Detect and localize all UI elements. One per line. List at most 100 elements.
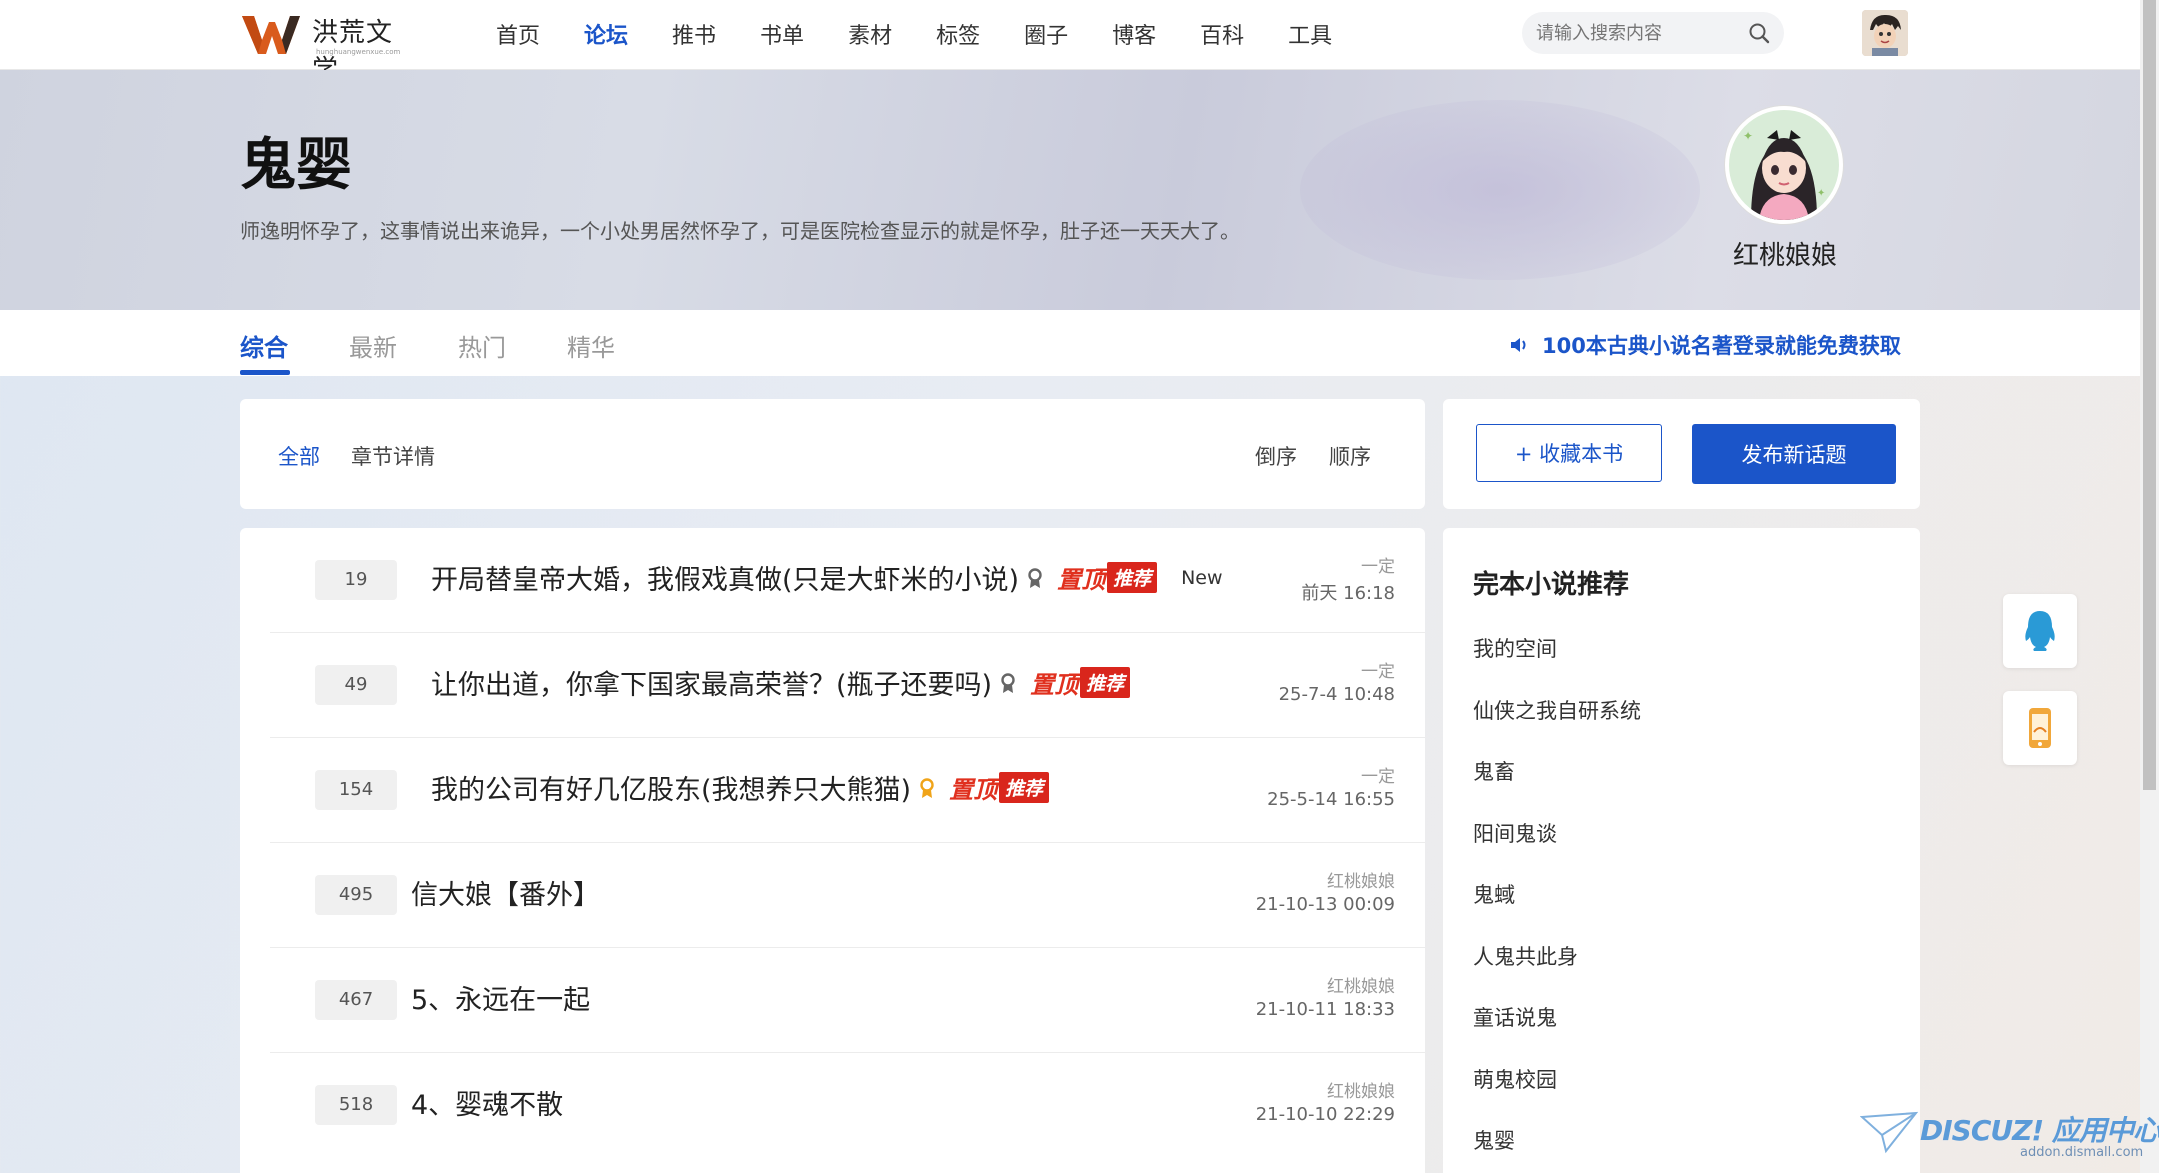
reply-count: 49	[315, 665, 397, 705]
thread-row[interactable]: 154 我的公司有好几亿股东(我想养只大熊猫) 置顶 推荐 一定 25-5-14…	[270, 738, 1425, 843]
thread-row[interactable]: 49 让你出道，你拿下国家最高荣誉？(瓶子还要吗) 置顶 推荐 一定 25-7-…	[270, 633, 1425, 738]
recommend-item[interactable]: 人鬼共此身	[1473, 941, 1641, 1003]
qq-contact-button[interactable]	[2003, 594, 2077, 668]
thread-list: 19 开局替皇帝大婚，我假戏真做(只是大虾米的小说) 置顶 推荐 New 一定 …	[240, 528, 1425, 1173]
thread-title[interactable]: 4、婴魂不散	[411, 1083, 563, 1122]
recommend-item[interactable]: 鬼畜	[1473, 756, 1641, 818]
filter-chapter-details[interactable]: 章节详情	[351, 441, 435, 471]
recommended-badge: 推荐	[999, 772, 1050, 803]
sort-ascending[interactable]: 顺序	[1329, 441, 1371, 471]
recommend-item[interactable]: 鬼婴	[1473, 1125, 1641, 1173]
author-avatar[interactable]: ✦ ✦	[1725, 106, 1843, 224]
scrollbar-thumb[interactable]	[2143, 0, 2156, 790]
mobile-phone-icon	[2029, 708, 2051, 748]
thread-title[interactable]: 信大娘【番外】	[411, 873, 600, 912]
recommend-item[interactable]: 仙侠之我自研系统	[1473, 695, 1641, 757]
recommend-title: 完本小说推荐	[1473, 570, 1630, 600]
recommend-list: 我的空间 仙侠之我自研系统 鬼畜 阳间鬼谈 鬼蜮 人鬼共此身 童话说鬼 萌鬼校园…	[1473, 633, 1641, 1173]
recommend-item[interactable]: 我的空间	[1473, 633, 1641, 695]
promo-link[interactable]: 100本古典小说名著登录就能免费获取	[1508, 330, 1901, 360]
nav-tags[interactable]: 标签	[936, 18, 980, 50]
thread-author[interactable]: 一定	[1361, 552, 1395, 577]
recommend-item[interactable]: 童话说鬼	[1473, 1002, 1641, 1064]
recommended-badge: 推荐	[1107, 562, 1158, 593]
pinned-tag: 置顶	[1030, 671, 1079, 699]
thread-author[interactable]: 一定	[1361, 657, 1395, 682]
book-title: 鬼婴	[240, 133, 352, 198]
completed-novels-panel: 完本小说推荐 我的空间 仙侠之我自研系统 鬼畜 阳间鬼谈 鬼蜮 人鬼共此身 童话…	[1443, 528, 1920, 1173]
thread-author[interactable]: 红桃娘娘	[1327, 1077, 1395, 1102]
thread-time: 21-10-13 00:09	[1255, 894, 1395, 915]
nav-wiki[interactable]: 百科	[1200, 18, 1244, 50]
book-description: 师逸明怀孕了，这事情说出来诡异，一个小处男居然怀孕了，可是医院检查显示的就是怀孕…	[240, 219, 1240, 243]
thread-author[interactable]: 红桃娘娘	[1327, 867, 1395, 892]
gold-medal-icon	[920, 777, 934, 798]
tab-latest[interactable]: 最新	[349, 328, 397, 363]
paper-plane-icon	[1860, 1111, 1918, 1154]
thread-title[interactable]: 我的公司有好几亿股东(我想养只大熊猫)	[431, 768, 911, 807]
thread-title[interactable]: 5、永远在一起	[411, 978, 590, 1017]
page-scrollbar[interactable]	[2140, 0, 2159, 1173]
thread-title[interactable]: 开局替皇帝大婚，我假戏真做(只是大虾米的小说)	[431, 558, 1019, 597]
speaker-icon	[1511, 338, 1526, 352]
pinned-tag: 置顶	[949, 776, 998, 804]
main-menu: 首页 论坛 推书 书单 素材 标签 圈子 博客 百科 工具	[496, 0, 1376, 68]
recommend-item[interactable]: 鬼蜮	[1473, 879, 1641, 941]
medal-icon	[1028, 567, 1042, 588]
tab-comprehensive[interactable]: 综合	[240, 328, 288, 363]
recommend-item[interactable]: 萌鬼校园	[1473, 1064, 1641, 1126]
qq-icon	[2025, 611, 2055, 651]
mobile-app-button[interactable]	[2003, 691, 2077, 765]
nav-circles[interactable]: 圈子	[1024, 18, 1068, 50]
reply-count: 495	[315, 875, 397, 915]
reply-count: 467	[315, 980, 397, 1020]
new-tag: New	[1181, 566, 1223, 589]
thread-row[interactable]: 495 信大娘【番外】 红桃娘娘 21-10-13 00:09	[270, 843, 1425, 948]
author-avatar-icon: ✦ ✦	[1729, 110, 1839, 220]
user-avatar[interactable]	[1862, 10, 1908, 56]
search-box	[1522, 12, 1784, 54]
nav-home[interactable]: 首页	[496, 18, 540, 50]
logo-mark-icon	[242, 16, 300, 54]
watermark-main: DISCUZ! 应用中心	[1920, 1114, 2159, 1147]
thread-time: 25-5-14 16:55	[1267, 789, 1395, 810]
search-icon[interactable]	[1748, 22, 1770, 44]
thread-row[interactable]: 467 5、永远在一起 红桃娘娘 21-10-11 18:33	[270, 948, 1425, 1053]
reply-count: 518	[315, 1085, 397, 1125]
side-actions: + 收藏本书 发布新话题	[1443, 399, 1920, 509]
favorite-book-button[interactable]: + 收藏本书	[1476, 424, 1662, 482]
nav-tools[interactable]: 工具	[1288, 18, 1332, 50]
thread-time: 25-7-4 10:48	[1278, 684, 1395, 705]
tab-hot[interactable]: 热门	[458, 328, 506, 363]
sort-descending[interactable]: 倒序	[1255, 441, 1297, 471]
thread-row[interactable]: 19 开局替皇帝大婚，我假戏真做(只是大虾米的小说) 置顶 推荐 New 一定 …	[270, 528, 1425, 633]
thread-author[interactable]: 一定	[1361, 762, 1395, 787]
nav-recommend-books[interactable]: 推书	[672, 18, 716, 50]
filter-bar: 全部 章节详情 倒序 顺序	[240, 399, 1425, 509]
reply-count: 154	[315, 770, 397, 810]
new-topic-button[interactable]: 发布新话题	[1692, 424, 1896, 484]
nav-blog[interactable]: 博客	[1112, 18, 1156, 50]
thread-row[interactable]: 518 4、婴魂不散 红桃娘娘 21-10-10 22:29	[270, 1053, 1425, 1158]
medal-icon	[1001, 672, 1015, 693]
promo-text: 100本古典小说名著登录就能免费获取	[1542, 334, 1901, 358]
search-input[interactable]	[1536, 12, 1736, 54]
author-name[interactable]: 红桃娘娘	[1700, 235, 1870, 272]
filter-all[interactable]: 全部	[278, 441, 320, 471]
recommended-badge: 推荐	[1080, 667, 1131, 698]
svg-text:✦: ✦	[1817, 188, 1825, 199]
banner-decoration	[1300, 100, 1700, 280]
site-logo[interactable]: 洪荒文学 hunghuangwenxue.com	[242, 8, 412, 85]
top-navbar: 洪荒文学 hunghuangwenxue.com 首页 论坛 推书 书单 素材 …	[0, 0, 2140, 85]
tabs-bar: 综合 最新 热门 精华 100本古典小说名著登录就能免费获取	[0, 310, 2140, 376]
thread-title[interactable]: 让你出道，你拿下国家最高荣誉？(瓶子还要吗)	[431, 663, 992, 702]
thread-author[interactable]: 红桃娘娘	[1327, 972, 1395, 997]
logo-subtext: hunghuangwenxue.com	[316, 48, 401, 56]
reply-count: 19	[315, 560, 397, 600]
nav-booklists[interactable]: 书单	[760, 18, 804, 50]
nav-forum[interactable]: 论坛	[584, 18, 628, 50]
tab-featured[interactable]: 精华	[567, 328, 615, 363]
nav-materials[interactable]: 素材	[848, 18, 892, 50]
recommend-item[interactable]: 阳间鬼谈	[1473, 818, 1641, 880]
pinned-tag: 置顶	[1057, 566, 1106, 594]
